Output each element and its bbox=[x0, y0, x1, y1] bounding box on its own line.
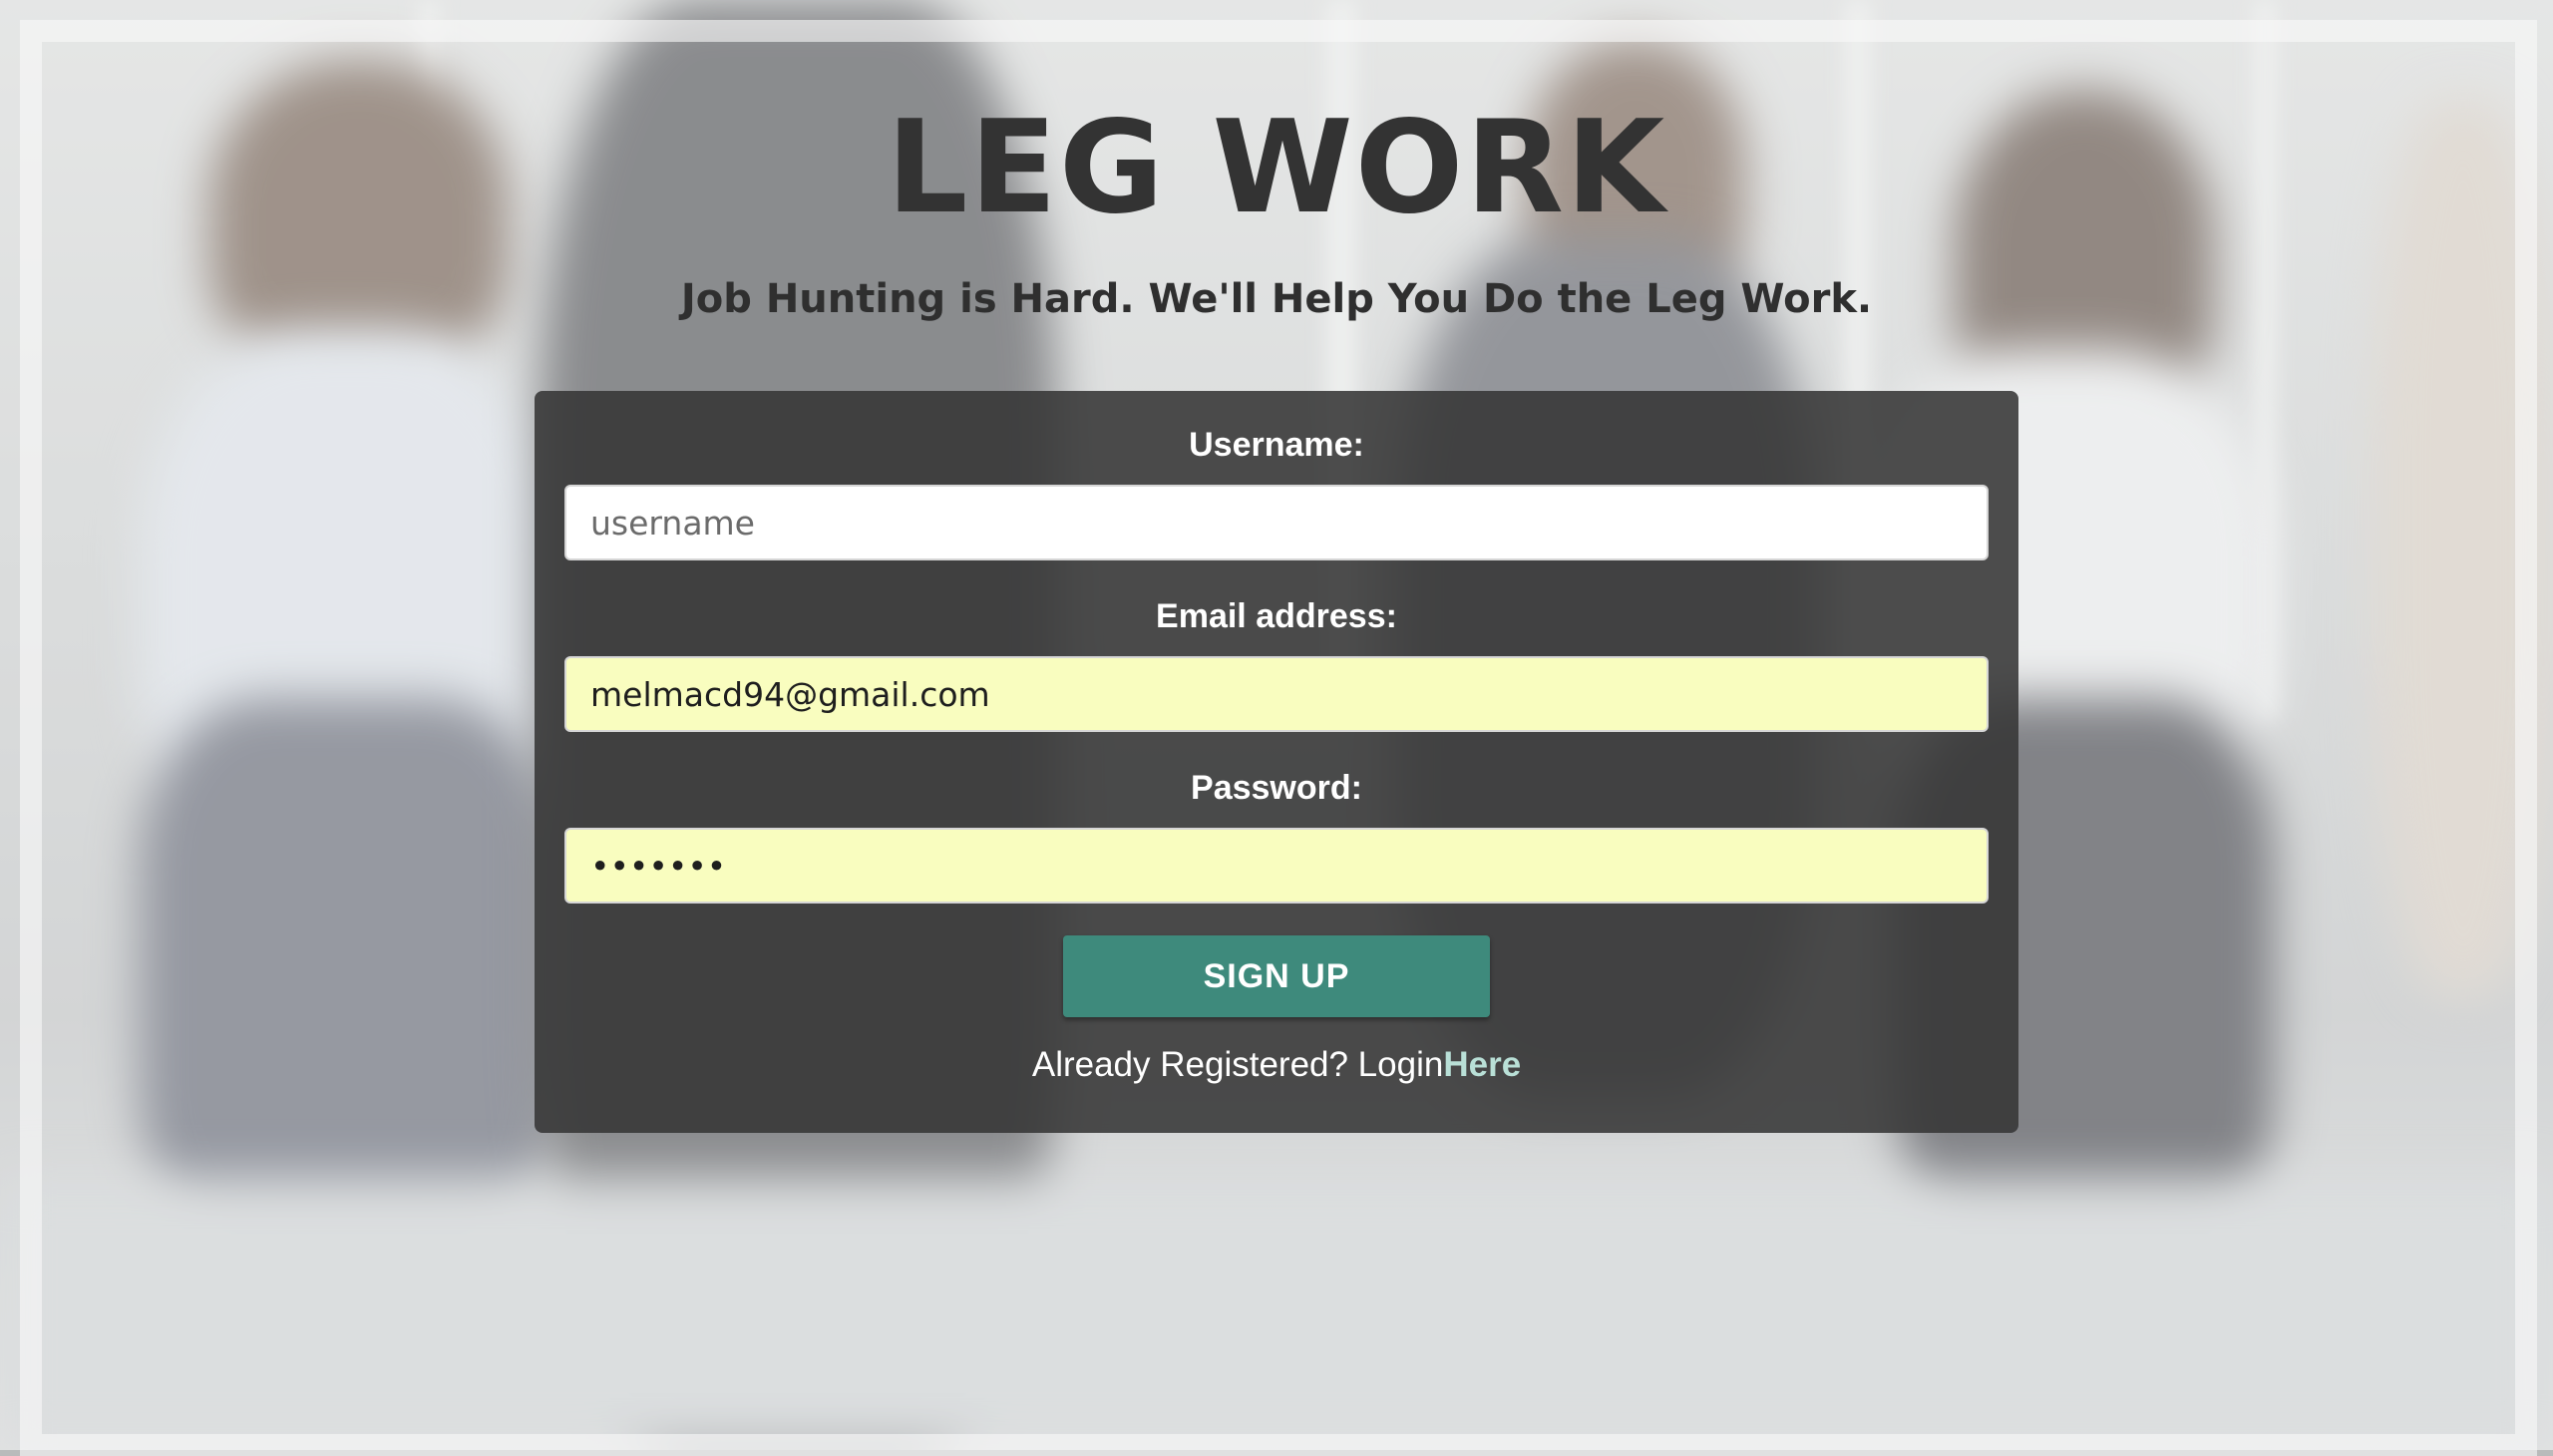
login-prompt-text: Already Registered? Login bbox=[1031, 1045, 1444, 1084]
password-label: Password: bbox=[1191, 769, 1362, 807]
tagline: Job Hunting is Hard. We'll Help You Do t… bbox=[680, 276, 1873, 322]
signup-form: Username: Email address: Password: SIGN … bbox=[535, 391, 2018, 1133]
email-input[interactable] bbox=[564, 656, 1989, 732]
password-input[interactable] bbox=[564, 828, 1989, 904]
signup-button[interactable]: SIGN UP bbox=[1063, 935, 1490, 1017]
username-label: Username: bbox=[1189, 426, 1364, 464]
login-prompt: Already Registered? LoginHere bbox=[535, 1045, 2018, 1085]
username-input[interactable] bbox=[564, 485, 1989, 560]
app-title: LEG WORK bbox=[886, 94, 1667, 242]
email-label: Email address: bbox=[1156, 597, 1397, 635]
login-link[interactable]: Here bbox=[1443, 1045, 1521, 1084]
